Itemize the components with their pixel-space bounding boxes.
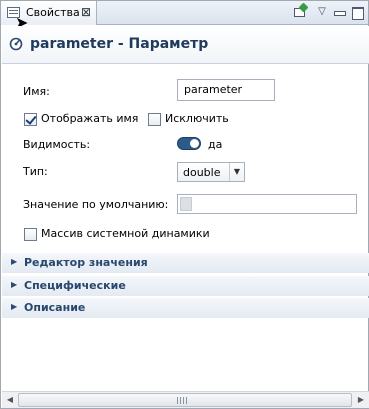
sysdyn-array-label: Массив системной динамики [41, 227, 210, 240]
type-select[interactable]: double ▼ [177, 162, 245, 182]
scrollbar-thumb[interactable] [18, 393, 352, 407]
page-title: parameter - Параметр [30, 36, 209, 52]
scroll-left-icon[interactable]: ◀ [2, 392, 18, 408]
type-label: Тип: [23, 165, 48, 178]
section-specific[interactable]: ▶ Специфические [2, 276, 369, 296]
default-value-label: Значение по умолчанию: [23, 198, 169, 211]
visibility-label: Видимость: [23, 138, 91, 151]
type-select-value: double [183, 166, 221, 179]
close-icon[interactable]: ⊠ [81, 4, 91, 20]
show-name-label: Отображать имя [41, 112, 139, 125]
expand-arrow-icon: ▶ [11, 280, 18, 289]
horizontal-scrollbar[interactable]: ◀ ▶ [2, 391, 369, 408]
section-specific-label: Специфические [24, 279, 126, 292]
scrollbar-grip-icon [177, 397, 188, 404]
view-menu-icon[interactable]: ▽ [314, 4, 330, 20]
properties-header: parameter - Параметр [2, 26, 369, 64]
toggle-knob [190, 139, 199, 148]
default-value-editor-handle [180, 197, 192, 211]
visibility-toggle[interactable] [177, 137, 201, 150]
scroll-right-icon[interactable]: ▶ [353, 392, 369, 408]
tab-properties-label: Свойства [26, 6, 80, 19]
parameter-icon [9, 37, 23, 51]
section-description[interactable]: ▶ Описание [2, 298, 369, 318]
section-description-label: Описание [24, 301, 86, 314]
expand-arrow-icon: ▶ [11, 257, 18, 266]
show-name-checkbox[interactable] [24, 113, 37, 126]
pin-view-icon[interactable] [292, 2, 309, 20]
sysdyn-array-checkbox[interactable] [24, 228, 37, 241]
exclude-label: Исключить [165, 112, 229, 125]
section-value-editor-label: Редактор значения [24, 256, 148, 269]
name-field[interactable]: parameter [177, 79, 275, 101]
exclude-checkbox[interactable] [148, 113, 161, 126]
visibility-value: да [208, 138, 223, 151]
expand-arrow-icon: ▶ [11, 302, 18, 311]
maximize-icon[interactable] [349, 4, 365, 20]
section-value-editor[interactable]: ▶ Редактор значения [2, 253, 369, 273]
name-label: Имя: [23, 85, 50, 98]
properties-view: Свойства ⊠ ➤ ▽ parameter - Параметр Имя:… [0, 0, 369, 409]
minimize-icon[interactable] [331, 4, 347, 20]
chevron-down-icon: ▼ [229, 163, 244, 181]
view-tab-bar: Свойства ⊠ ➤ ▽ [1, 1, 368, 32]
default-value-field[interactable] [177, 194, 357, 214]
